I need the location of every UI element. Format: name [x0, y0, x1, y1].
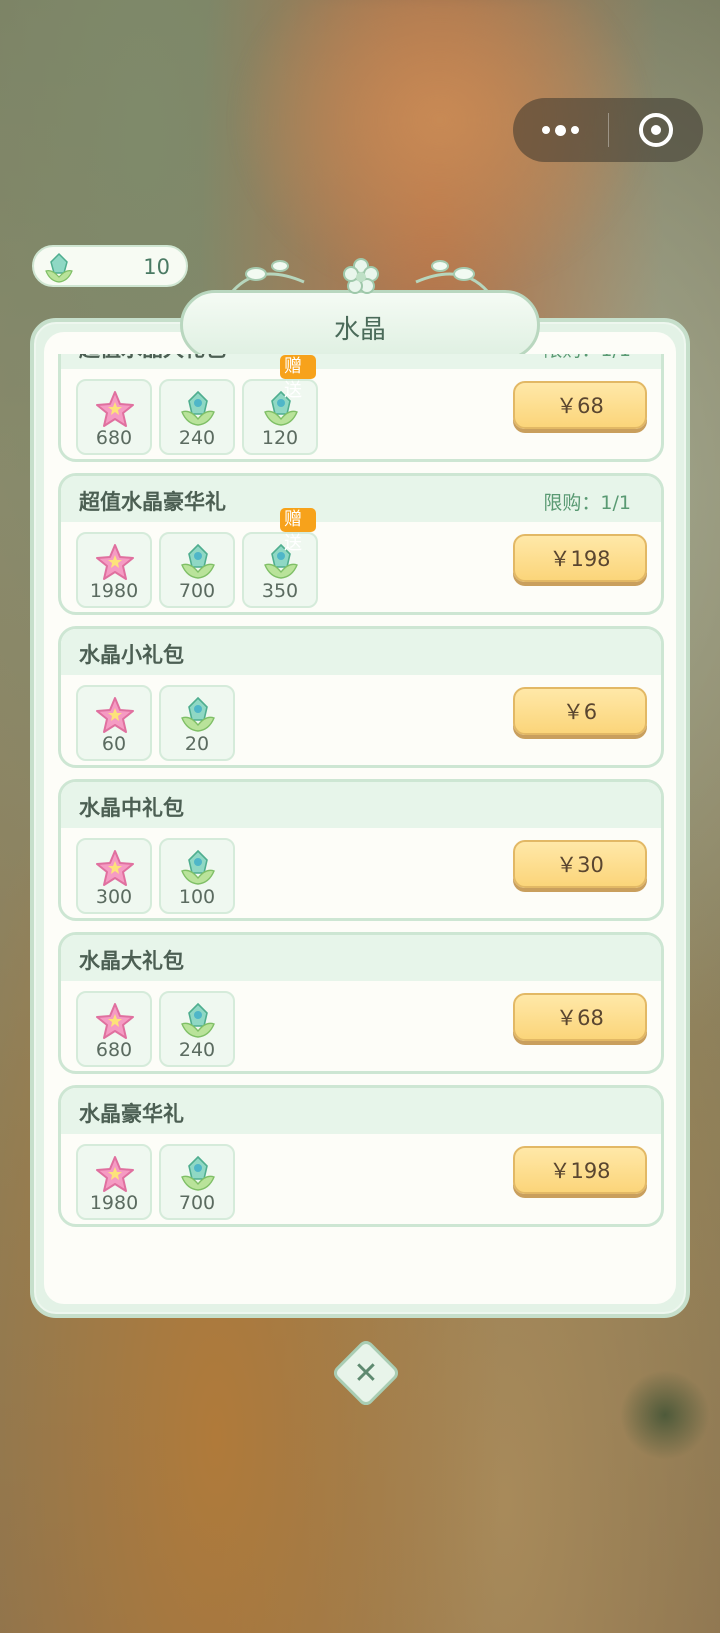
- pack-card: 水晶大礼包 680 240 ￥68: [58, 932, 664, 1074]
- reward-item: 240: [159, 991, 235, 1067]
- pack-card: 水晶小礼包 60 20 ￥6: [58, 626, 664, 768]
- reward-count: 60: [101, 733, 127, 755]
- pack-card: 超值水晶大礼包 限购：1/1 680 240 120 赠送 ￥68: [58, 354, 664, 462]
- exit-mini-program-button[interactable]: [609, 98, 704, 162]
- pack-name: 水晶小礼包: [79, 643, 184, 667]
- reward-item: 350 赠送: [242, 508, 318, 608]
- purchase-limit: 限购：1/1: [543, 492, 631, 514]
- pack-items: 680 240: [76, 991, 235, 1067]
- pack-header: 水晶中礼包: [61, 782, 661, 828]
- pack-items: 680 240 120 赠送: [76, 355, 318, 455]
- buy-button[interactable]: ￥30: [513, 840, 647, 888]
- pack-list-scroll: 超值水晶大礼包限购：1/1680240120赠送￥68超值水晶豪华礼限购：1/1…: [58, 354, 666, 1238]
- buy-button[interactable]: ￥6: [513, 687, 647, 735]
- reward-item: 680: [76, 991, 152, 1067]
- panel-title: 水晶: [333, 315, 386, 345]
- reward-count: 680: [95, 427, 133, 449]
- reward-count: 680: [95, 1039, 133, 1061]
- reward-count: 100: [178, 886, 216, 908]
- more-dots-icon: [541, 124, 579, 136]
- reward-count: 1980: [89, 580, 139, 602]
- crystal-balance-value: 10: [143, 255, 170, 279]
- pack-list[interactable]: 超值水晶大礼包限购：1/1680240120赠送￥68超值水晶豪华礼限购：1/1…: [58, 354, 666, 1259]
- pack-items: 300 100: [76, 838, 235, 914]
- pack-items: 60 20: [76, 685, 235, 761]
- pack-items: 1980 700 350 赠送: [76, 508, 318, 608]
- pack-name: 水晶豪华礼: [79, 1102, 184, 1126]
- reward-item: 1980: [76, 532, 152, 608]
- mini-program-capsule: [513, 98, 703, 162]
- buy-button[interactable]: ￥68: [513, 993, 647, 1041]
- reward-item: 700: [159, 532, 235, 608]
- buy-button[interactable]: ￥68: [513, 381, 647, 429]
- gift-badge: 赠送: [280, 355, 316, 401]
- reward-item: 100: [159, 838, 235, 914]
- purchase-limit: 限购：1/1: [543, 354, 631, 362]
- reward-item: 300: [76, 838, 152, 914]
- reward-count: 350: [261, 580, 299, 602]
- reward-item: 120 赠送: [242, 355, 318, 455]
- pack-items: 1980 700: [76, 1144, 235, 1220]
- reward-item: 60: [76, 685, 152, 761]
- reward-count: 1980: [89, 1192, 139, 1214]
- pack-name: 水晶中礼包: [79, 796, 184, 820]
- more-button[interactable]: [513, 98, 608, 162]
- reward-count: 120: [261, 427, 299, 449]
- title-plate: 水晶: [180, 290, 540, 360]
- reward-item: 700: [159, 1144, 235, 1220]
- pack-name: 水晶大礼包: [79, 949, 184, 973]
- close-button[interactable]: ✕: [330, 1337, 402, 1409]
- buy-button[interactable]: ￥198: [513, 1146, 647, 1194]
- pack-header: 水晶豪华礼: [61, 1088, 661, 1134]
- reward-count: 20: [184, 733, 210, 755]
- pack-header: 超值水晶大礼包 限购：1/1: [61, 354, 661, 369]
- reward-item: 240: [159, 379, 235, 455]
- reward-item: 20: [159, 685, 235, 761]
- crystal-balance: 10: [32, 245, 188, 287]
- flower-icon: [343, 258, 379, 294]
- reward-count: 700: [178, 1192, 216, 1214]
- pack-card: 超值水晶豪华礼 限购：1/1 1980 700 350 赠送 ￥198: [58, 473, 664, 615]
- background-bush: [620, 1370, 710, 1460]
- pack-header: 水晶大礼包: [61, 935, 661, 981]
- reward-count: 240: [178, 1039, 216, 1061]
- target-circle-icon: [638, 113, 673, 147]
- gift-badge: 赠送: [280, 508, 316, 554]
- pack-header: 水晶小礼包: [61, 629, 661, 675]
- pack-name: 超值水晶大礼包: [79, 354, 226, 363]
- reward-count: 300: [95, 886, 133, 908]
- reward-item: 680: [76, 379, 152, 455]
- pack-card: 水晶豪华礼 1980 700 ￥198: [58, 1085, 664, 1227]
- crystal-icon: [42, 251, 76, 289]
- buy-button[interactable]: ￥198: [513, 534, 647, 582]
- reward-item: 1980: [76, 1144, 152, 1220]
- pack-card: 水晶中礼包 300 100 ￥30: [58, 779, 664, 921]
- pack-name: 超值水晶豪华礼: [79, 490, 226, 514]
- close-x-icon: ✕: [353, 1355, 379, 1391]
- reward-count: 700: [178, 580, 216, 602]
- pack-header: 超值水晶豪华礼 限购：1/1: [61, 476, 661, 522]
- reward-count: 240: [178, 427, 216, 449]
